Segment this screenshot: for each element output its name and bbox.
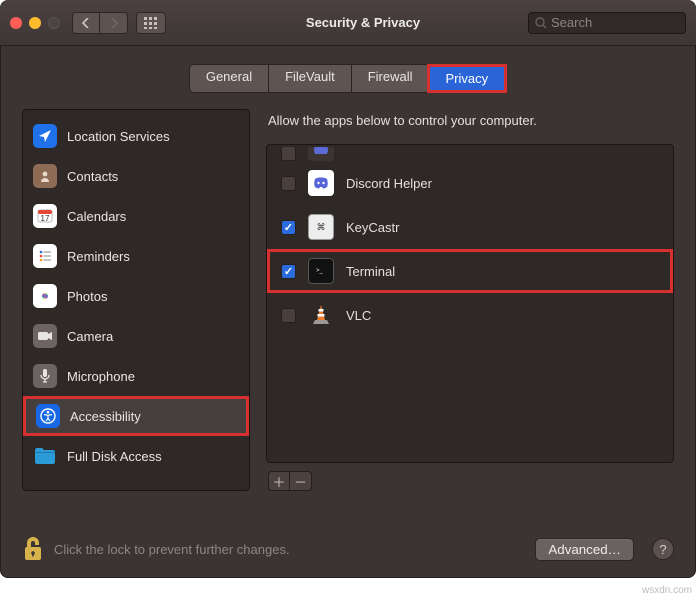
close-window-button[interactable] xyxy=(10,17,22,29)
sidebar-item-contacts[interactable]: Contacts xyxy=(23,156,249,196)
minimize-window-button[interactable] xyxy=(29,17,41,29)
camera-icon xyxy=(33,324,57,348)
svg-text:⌘: ⌘ xyxy=(317,222,326,232)
zoom-window-button[interactable] xyxy=(48,17,60,29)
advanced-button[interactable]: Advanced… xyxy=(535,538,634,561)
sidebar-item-label: Contacts xyxy=(67,169,118,184)
sidebar-item-label: Photos xyxy=(67,289,107,304)
sidebar-item-label: Calendars xyxy=(67,209,126,224)
list-item[interactable]: Discord Helper xyxy=(267,161,673,205)
preferences-window: Security & Privacy Search General FileVa… xyxy=(0,0,696,578)
sidebar-item-label: Camera xyxy=(67,329,113,344)
app-checkbox[interactable] xyxy=(281,147,296,161)
app-label: VLC xyxy=(346,308,371,323)
contacts-icon xyxy=(33,164,57,188)
remove-app-button[interactable]: － xyxy=(290,471,312,491)
reminders-icon xyxy=(33,244,57,268)
calendar-icon: 17 xyxy=(33,204,57,228)
show-all-button[interactable] xyxy=(136,12,166,34)
add-app-button[interactable]: ＋ xyxy=(268,471,290,491)
watermark: wsxdn.com xyxy=(642,585,692,596)
app-label: Terminal xyxy=(346,264,395,279)
tab-privacy[interactable]: Privacy xyxy=(430,67,505,90)
vlc-icon xyxy=(308,302,334,328)
list-item-partial xyxy=(267,147,673,161)
microphone-icon xyxy=(33,364,57,388)
app-list[interactable]: Discord Helper ⌘ KeyCastr >_ Terminal VL… xyxy=(266,144,674,463)
app-label: KeyCastr xyxy=(346,220,399,235)
sidebar-item-microphone[interactable]: Microphone xyxy=(23,356,249,396)
sidebar-item-accessibility[interactable]: Accessibility xyxy=(23,396,249,436)
panel-instruction: Allow the apps below to control your com… xyxy=(266,109,674,144)
tab-general[interactable]: General xyxy=(190,65,269,92)
accessibility-icon xyxy=(36,404,60,428)
sidebar-item-camera[interactable]: Camera xyxy=(23,316,249,356)
location-icon xyxy=(33,124,57,148)
back-button[interactable] xyxy=(72,12,100,34)
list-item[interactable]: VLC xyxy=(267,293,673,337)
privacy-panel: Allow the apps below to control your com… xyxy=(266,109,674,491)
keycastr-icon: ⌘ xyxy=(308,214,334,240)
nav-buttons xyxy=(72,12,128,34)
sidebar-item-label: Full Disk Access xyxy=(67,449,162,464)
tab-filevault[interactable]: FileVault xyxy=(269,65,352,92)
svg-text:>_: >_ xyxy=(316,268,324,274)
sidebar-item-label: Microphone xyxy=(67,369,135,384)
app-checkbox-terminal[interactable] xyxy=(281,264,296,279)
forward-button[interactable] xyxy=(100,12,128,34)
search-placeholder: Search xyxy=(551,15,592,30)
sidebar-item-calendars[interactable]: 17 Calendars xyxy=(23,196,249,236)
app-checkbox-keycastr[interactable] xyxy=(281,220,296,235)
tab-firewall[interactable]: Firewall xyxy=(352,65,429,92)
app-checkbox-discord[interactable] xyxy=(281,176,296,191)
svg-text:17: 17 xyxy=(41,214,50,223)
list-item[interactable]: ⌘ KeyCastr xyxy=(267,205,673,249)
add-remove-buttons: ＋ － xyxy=(268,471,674,491)
app-checkbox-vlc[interactable] xyxy=(281,308,296,323)
search-icon xyxy=(535,17,547,29)
photos-icon xyxy=(33,284,57,308)
tab-bar: General FileVault Firewall Privacy xyxy=(0,64,696,93)
sidebar-item-reminders[interactable]: Reminders xyxy=(23,236,249,276)
sidebar-item-full-disk[interactable]: Full Disk Access xyxy=(23,436,249,476)
help-button[interactable]: ? xyxy=(652,538,674,560)
window-title: Security & Privacy xyxy=(306,15,420,30)
lock-button[interactable] xyxy=(22,535,44,563)
sidebar-item-label: Reminders xyxy=(67,249,130,264)
list-item-terminal[interactable]: >_ Terminal xyxy=(267,249,673,293)
sidebar-item-photos[interactable]: Photos xyxy=(23,276,249,316)
window-controls xyxy=(10,17,60,29)
privacy-category-sidebar[interactable]: Location Services Contacts 17 Calendars … xyxy=(22,109,250,491)
footer: Click the lock to prevent further change… xyxy=(0,520,696,578)
sidebar-item-label: Accessibility xyxy=(70,409,141,424)
folder-icon xyxy=(33,444,57,468)
terminal-icon: >_ xyxy=(308,258,334,284)
sidebar-item-location[interactable]: Location Services xyxy=(23,116,249,156)
search-input[interactable]: Search xyxy=(528,12,686,34)
highlight-privacy-tab: Privacy xyxy=(427,64,508,93)
app-label: Discord Helper xyxy=(346,176,432,191)
titlebar: Security & Privacy Search xyxy=(0,0,696,46)
discord-icon xyxy=(308,170,334,196)
lock-text: Click the lock to prevent further change… xyxy=(54,542,525,557)
sidebar-item-label: Location Services xyxy=(67,129,170,144)
